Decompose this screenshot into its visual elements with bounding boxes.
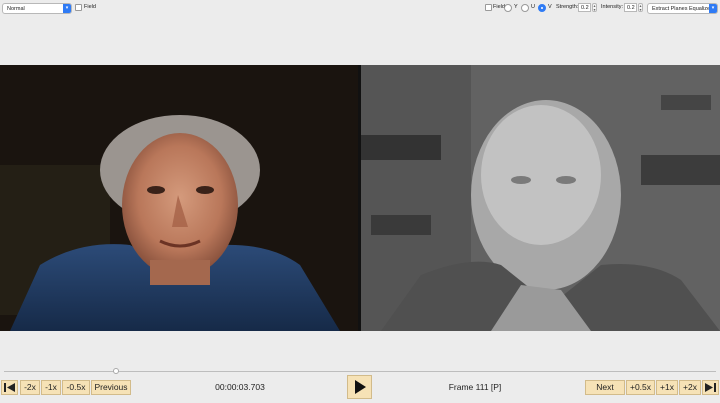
intensity-field[interactable]: 0.2	[624, 3, 637, 12]
timeline-slider[interactable]	[0, 368, 720, 374]
left-field-checkbox[interactable]	[75, 4, 82, 11]
play-button[interactable]	[347, 375, 372, 399]
plane-y-label: Y	[514, 4, 518, 10]
intensity-stepper[interactable]: ▴ ▾	[638, 3, 643, 12]
speed-minus-2x-label: -2x	[24, 382, 36, 392]
plane-u-radio[interactable]	[521, 4, 529, 12]
speed-minus-2x-button[interactable]: -2x	[20, 380, 40, 395]
step-forward-icon	[705, 383, 716, 392]
next-button[interactable]: Next	[585, 380, 625, 395]
speed-plus-half-button[interactable]: +0.5x	[626, 380, 655, 395]
strength-value: 0.2	[581, 5, 589, 11]
speed-plus-half-label: +0.5x	[629, 382, 652, 392]
previous-button[interactable]: Previous	[91, 380, 131, 395]
previous-label: Previous	[94, 382, 128, 392]
plane-v-radio[interactable]	[538, 4, 546, 12]
extract-planes-image	[361, 65, 720, 331]
speed-plus-1x-label: +1x	[660, 382, 674, 392]
filtered-video-frame	[361, 65, 720, 331]
timeline-knob[interactable]	[113, 368, 119, 374]
left-field-label: Field	[84, 4, 96, 10]
portrait-image	[0, 65, 358, 331]
right-field-checkbox[interactable]	[485, 4, 492, 11]
step-back-button[interactable]	[1, 380, 18, 395]
step-forward-button[interactable]	[702, 380, 719, 395]
timecode: 00:00:03.703	[215, 382, 265, 392]
filter-select[interactable]: Extract Planes Equalized ▾	[647, 3, 718, 14]
step-back-icon	[4, 383, 15, 392]
mode-select[interactable]: Normal ▾	[2, 3, 72, 14]
speed-minus-half-button[interactable]: -0.5x	[62, 380, 90, 395]
speed-plus-2x-button[interactable]: +2x	[679, 380, 701, 395]
speed-plus-2x-label: +2x	[683, 382, 697, 392]
strength-label: Strength:	[556, 4, 579, 10]
intensity-label: Intensity:	[601, 4, 624, 10]
speed-minus-1x-label: -1x	[45, 382, 57, 392]
intensity-value: 0.2	[627, 5, 635, 11]
chevron-down-icon: ▾	[63, 4, 71, 13]
mode-select-value: Normal	[7, 6, 25, 12]
original-video-frame	[0, 65, 358, 331]
chevron-down-icon: ▾	[709, 4, 717, 13]
speed-minus-half-label: -0.5x	[66, 382, 86, 392]
video-area	[0, 65, 720, 331]
timeline-track	[4, 371, 716, 372]
speed-plus-1x-button[interactable]: +1x	[656, 380, 678, 395]
strength-field[interactable]: 0.2	[578, 3, 591, 12]
plane-y-radio[interactable]	[504, 4, 512, 12]
frame-label: Frame 111 [P]	[448, 382, 502, 392]
plane-u-label: U	[531, 4, 535, 10]
speed-minus-1x-button[interactable]: -1x	[41, 380, 61, 395]
top-toolbar: Normal ▾ Field Field Y U V Strength: 0.2…	[0, 0, 720, 16]
play-icon	[355, 380, 366, 394]
plane-v-label: V	[548, 4, 552, 10]
next-label: Next	[596, 382, 614, 392]
filter-select-value: Extract Planes Equalized	[652, 6, 714, 12]
strength-stepper[interactable]: ▴ ▾	[592, 3, 597, 12]
